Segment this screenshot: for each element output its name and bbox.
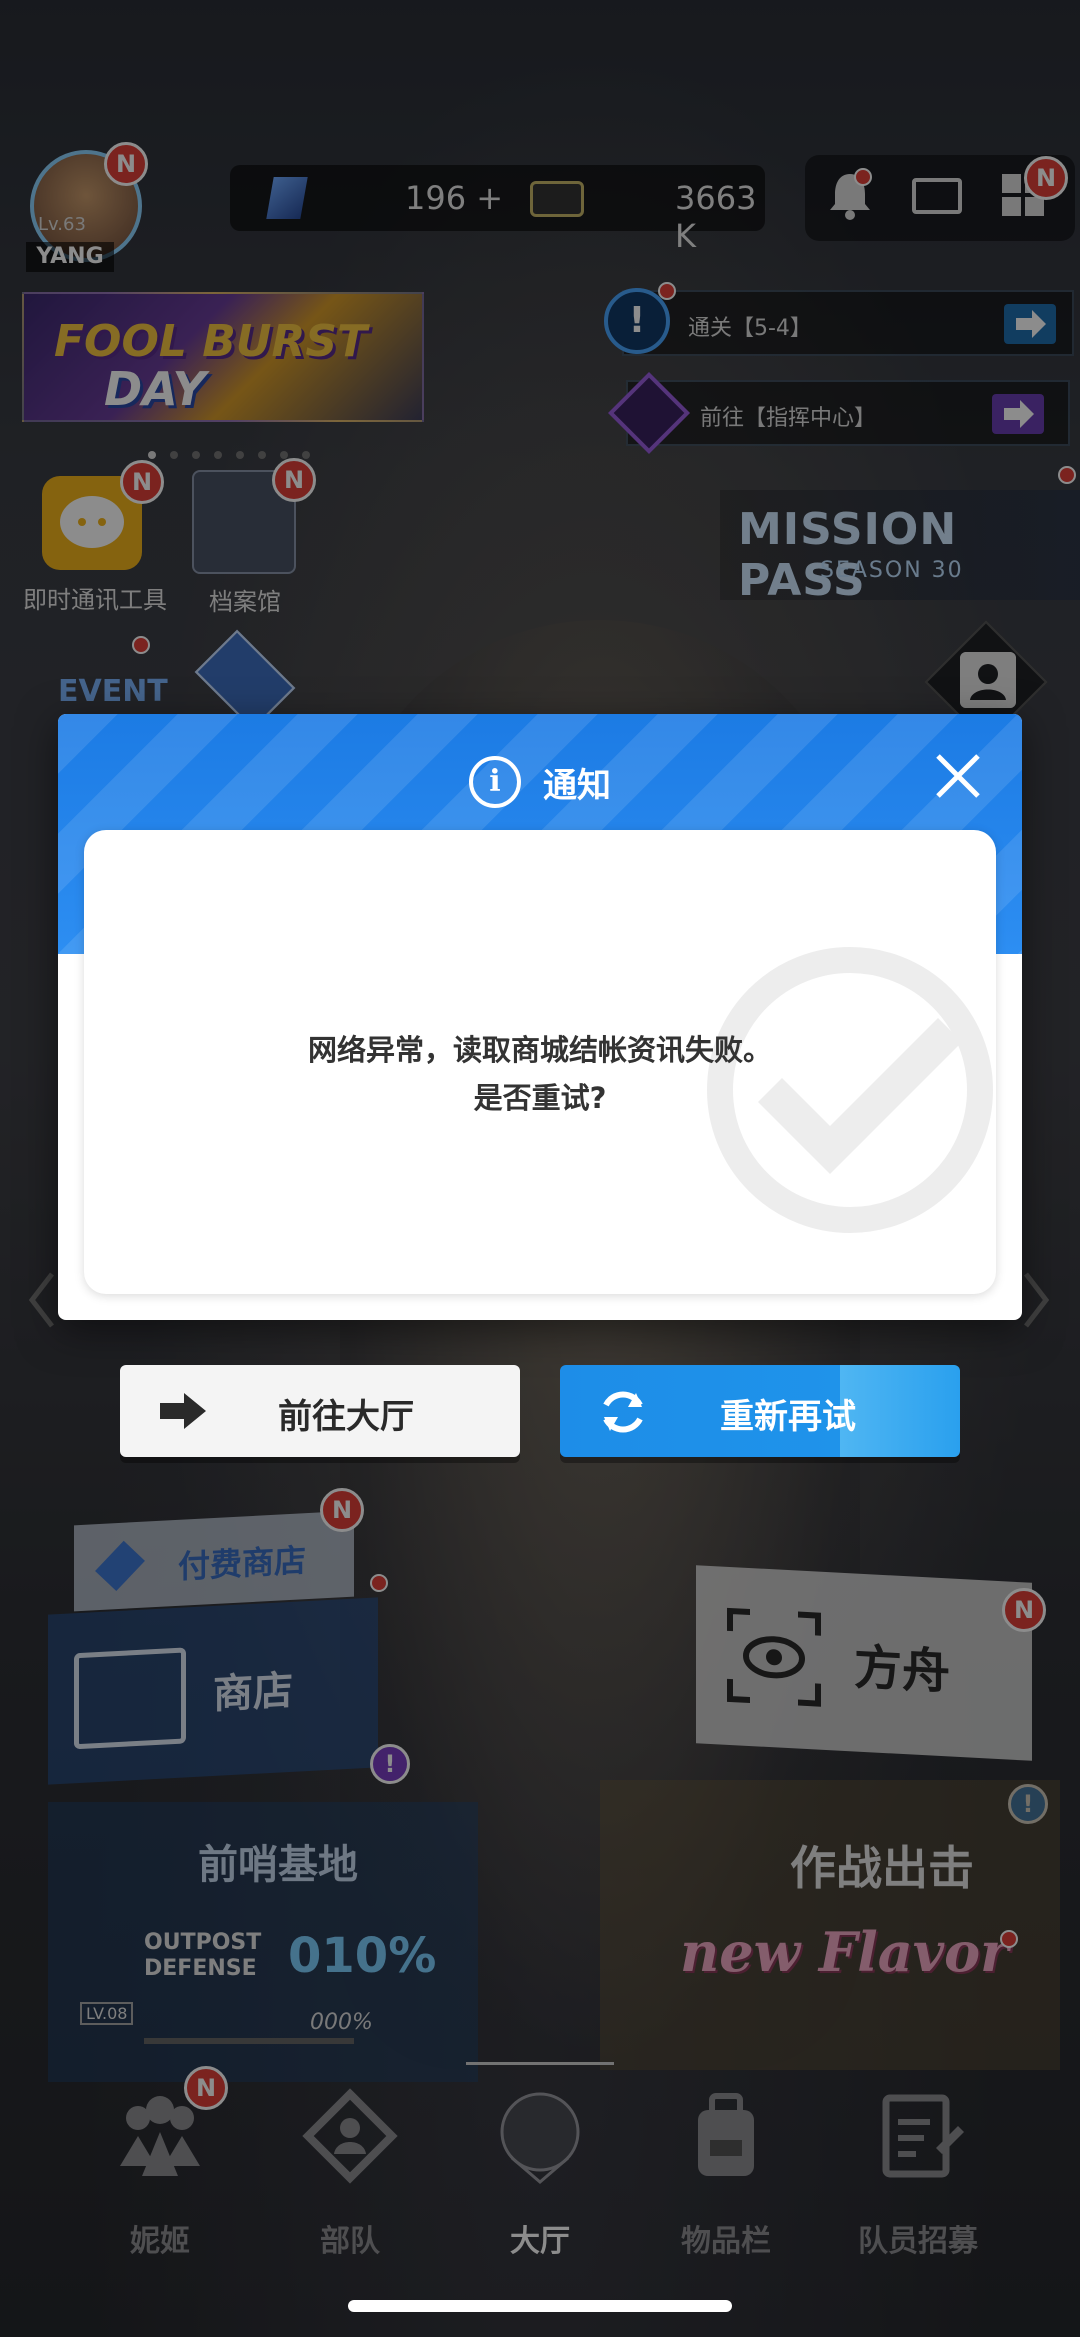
close-icon[interactable] bbox=[932, 750, 984, 802]
arrow-right-icon bbox=[160, 1393, 206, 1429]
notice-dialog: i 通知 网络异常，读取商城结帐资讯失败。 是否重试? bbox=[58, 714, 1022, 1320]
dialog-title-row: i 通知 bbox=[58, 756, 1022, 816]
retry-label: 重新再试 bbox=[720, 1397, 856, 1437]
go-to-lobby-button[interactable]: 前往大厅 bbox=[120, 1365, 520, 1457]
dialog-message: 网络异常，读取商城结帐资讯失败。 是否重试? bbox=[84, 1026, 996, 1122]
refresh-icon bbox=[603, 1391, 643, 1433]
dialog-title: 通知 bbox=[543, 765, 611, 806]
retry-button[interactable]: 重新再试 bbox=[560, 1365, 960, 1457]
dialog-message-line-2: 是否重试? bbox=[473, 1081, 607, 1115]
dialog-body: 网络异常，读取商城结帐资讯失败。 是否重试? bbox=[84, 830, 996, 1294]
home-indicator[interactable] bbox=[348, 2300, 732, 2312]
go-to-lobby-label: 前往大厅 bbox=[278, 1397, 414, 1437]
info-icon: i bbox=[469, 756, 521, 808]
dialog-message-line-1: 网络异常，读取商城结帐资讯失败。 bbox=[307, 1033, 772, 1067]
